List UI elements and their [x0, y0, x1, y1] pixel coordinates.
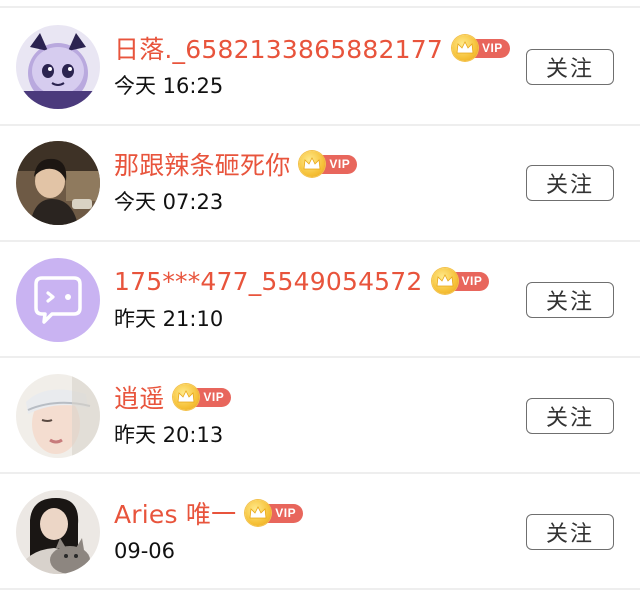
name-line: 那跟辣条砸死你 VIP [114, 146, 358, 182]
crown-icon [431, 268, 458, 294]
follow-time: 昨天 21:10 [114, 307, 224, 331]
follower-name[interactable]: 175***477_5549054572 [114, 267, 423, 296]
vip-badge: VIP [431, 268, 490, 294]
person-photo-avatar[interactable] [16, 141, 100, 225]
follow-button[interactable]: 关注 [526, 514, 614, 550]
name-line: 日落._6582133865882177 VIP [114, 30, 510, 66]
crown-icon [451, 35, 478, 61]
vip-badge: VIP [451, 35, 510, 61]
follower-name[interactable]: Aries 唯一 [114, 495, 236, 531]
follow-time: 09-06 [114, 539, 176, 563]
follower-row[interactable]: 日落._6582133865882177 VIP 今天 16:25 关注 [0, 8, 640, 124]
follow-button[interactable]: 关注 [526, 165, 614, 201]
follower-list: 日落._6582133865882177 VIP 今天 16:25 关注 那跟辣… [0, 0, 640, 600]
follower-row[interactable]: 175***477_5549054572 VIP 昨天 21:10 关注 [0, 241, 640, 357]
follower-name[interactable]: 日落._6582133865882177 [114, 30, 443, 66]
vip-badge: VIP [245, 500, 304, 526]
follower-name[interactable]: 那跟辣条砸死你 [114, 146, 290, 182]
chat-bubble-default-avatar[interactable] [16, 258, 100, 342]
follow-time: 昨天 20:13 [114, 423, 224, 447]
follow-button[interactable]: 关注 [526, 49, 614, 85]
follow-time: 今天 07:23 [114, 190, 224, 214]
follower-row[interactable]: 那跟辣条砸死你 VIP 今天 07:23 关注 [0, 125, 640, 241]
follow-button[interactable]: 关注 [526, 282, 614, 318]
cat-cartoon-avatar[interactable] [16, 25, 100, 109]
divider [0, 588, 640, 590]
vip-badge: VIP [173, 384, 232, 410]
name-line: 175***477_5549054572 VIP [114, 263, 490, 299]
name-line: 逍遥 VIP [114, 379, 232, 415]
follower-row[interactable]: 逍遥 VIP 昨天 20:13 关注 [0, 357, 640, 473]
follower-row[interactable]: Aries 唯一 VIP 09-06 关注 [0, 473, 640, 589]
follow-time: 今天 16:25 [114, 74, 224, 98]
person-with-cat-avatar[interactable] [16, 490, 100, 574]
follow-button[interactable]: 关注 [526, 398, 614, 434]
name-line: Aries 唯一 VIP [114, 495, 304, 531]
person-photo-avatar[interactable] [16, 374, 100, 458]
follower-name[interactable]: 逍遥 [114, 379, 164, 415]
vip-badge: VIP [299, 151, 358, 177]
